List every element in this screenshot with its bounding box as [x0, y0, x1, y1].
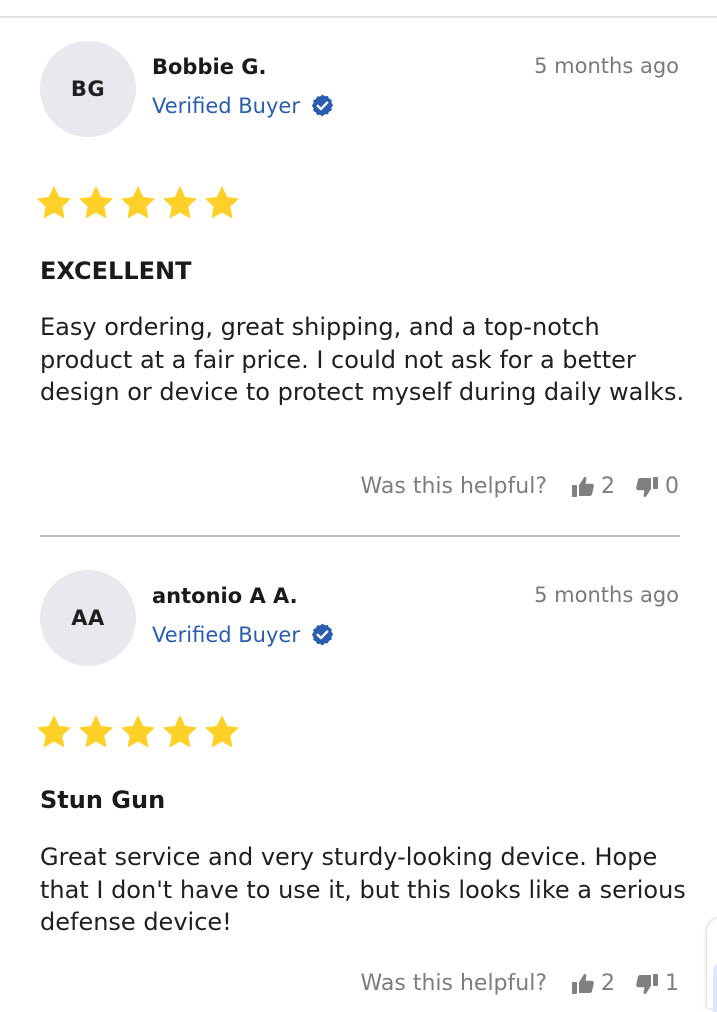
thumbs-down-button[interactable]: 0 [635, 474, 679, 499]
star-rating [34, 712, 242, 752]
star-icon [163, 186, 197, 219]
thumbs-down-button[interactable]: 1 [635, 971, 679, 996]
star-icon [205, 715, 239, 748]
star-icon [37, 186, 71, 219]
verified-buyer-badge: Verified Buyer [152, 93, 335, 118]
review-card: BG Bobbie G. Verified Buyer 5 months ago… [0, 0, 717, 540]
helpful-votes: Was this helpful? 2 1 [361, 971, 679, 996]
thumbs-up-icon [572, 973, 594, 994]
floating-chat-widget[interactable] [707, 918, 717, 1012]
review-date: 5 months ago [534, 583, 679, 607]
avatar: BG [40, 41, 136, 137]
star-icon [79, 186, 113, 219]
verified-check-icon [311, 94, 334, 117]
review-title: EXCELLENT [40, 257, 192, 285]
verified-buyer-label: Verified Buyer [152, 622, 300, 647]
star-icon [163, 715, 197, 748]
helpful-question: Was this helpful? [360, 474, 547, 499]
verified-check-icon [311, 623, 334, 646]
review-body: Great service and very sturdy-looking de… [40, 843, 686, 936]
star-rating [34, 183, 242, 223]
avatar: AA [40, 570, 136, 666]
reviewer-name: Bobbie G. [152, 55, 267, 79]
review-card: AA antonio A A. Verified Buyer 5 months … [0, 530, 717, 1005]
avatar-initials: BG [70, 77, 106, 101]
thumbs-down-icon [636, 476, 658, 497]
thumbs-up-count: 2 [601, 474, 615, 499]
thumbs-up-count: 2 [601, 971, 615, 996]
thumbs-up-button[interactable]: 2 [571, 971, 615, 996]
thumbs-down-count: 1 [665, 971, 679, 996]
reviewer-name: antonio A A. [152, 584, 298, 608]
thumbs-down-count: 0 [665, 474, 679, 499]
star-icon [79, 715, 113, 748]
helpful-votes: Was this helpful? 2 0 [361, 474, 679, 499]
avatar-initials: AA [71, 606, 105, 630]
review-body: Easy ordering, great shipping, and a top… [40, 313, 685, 406]
thumbs-down-icon [636, 973, 658, 994]
star-icon [205, 186, 239, 219]
star-icon [121, 186, 155, 219]
verified-buyer-label: Verified Buyer [152, 93, 300, 118]
helpful-question: Was this helpful? [360, 971, 547, 996]
thumbs-up-button[interactable]: 2 [571, 474, 615, 499]
star-icon [37, 715, 71, 748]
verified-buyer-badge: Verified Buyer [152, 622, 335, 647]
star-icon [121, 715, 155, 748]
review-date: 5 months ago [534, 54, 679, 78]
thumbs-up-icon [572, 476, 594, 497]
review-title: Stun Gun [40, 786, 166, 814]
